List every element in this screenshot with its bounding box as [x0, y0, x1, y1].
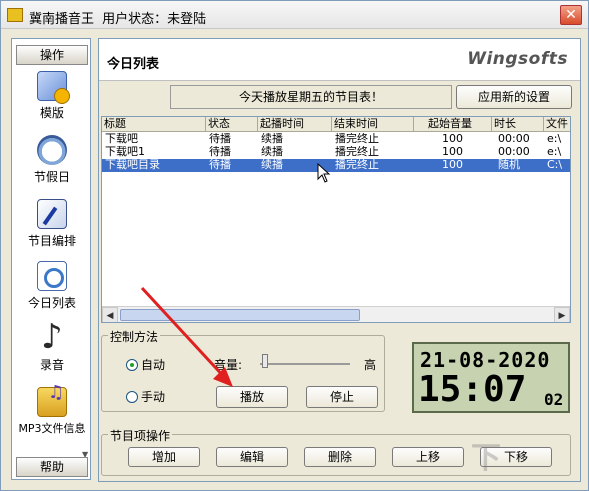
cell-file: e:\: [547, 133, 562, 145]
horizontal-scrollbar[interactable]: ◀ ▶: [102, 306, 570, 322]
cell-status: 待播: [209, 146, 231, 158]
cell-start: 续播: [261, 133, 283, 145]
stop-button[interactable]: 停止: [306, 386, 378, 408]
cell-volume: 100: [442, 133, 463, 145]
cell-duration: 00:00: [498, 146, 530, 158]
cell-volume: 100: [442, 146, 463, 158]
cell-title: 下载吧1: [105, 146, 145, 158]
app-icon: [7, 8, 23, 22]
sidebar-item-mp3-info[interactable]: MP3文件信息: [12, 382, 92, 436]
sidebar-item-program-edit[interactable]: 节目编排: [12, 199, 92, 249]
edit-button[interactable]: 编辑: [216, 447, 288, 467]
auto-radio-label: 自动: [141, 358, 166, 372]
cell-file: C:\: [547, 159, 563, 171]
cell-start: 续播: [261, 146, 283, 158]
template-icon: [37, 71, 70, 104]
cell-duration: 随机: [498, 159, 520, 171]
program-edit-icon: [37, 199, 67, 229]
delete-button[interactable]: 删除: [304, 447, 376, 467]
cell-duration: 00:00: [498, 133, 530, 145]
sidebar-item-label: 节目编排: [27, 234, 76, 248]
app-window: 冀南播音王 用户状态：未登陆 ✕ 操作 模版 节假日 节目编排 今日列表 录音: [0, 0, 589, 491]
record-music-icon: [37, 317, 67, 357]
column-start-time[interactable]: 起播时间: [258, 117, 332, 132]
app-name: 冀南播音王: [29, 12, 95, 27]
table-row[interactable]: 下载吧1 待播 续播 播完终止 100 00:00 e:\: [102, 146, 570, 159]
sidebar-footer-help[interactable]: 帮助: [16, 457, 88, 477]
manual-radio-label: 手动: [141, 390, 166, 404]
radio-unchecked-icon: [126, 391, 138, 403]
sidebar-item-label: 模版: [39, 106, 64, 120]
table-row[interactable]: 下载吧 待播 续播 播完终止 100 00:00 e:\: [102, 133, 570, 146]
cell-status: 待播: [209, 159, 231, 171]
add-button[interactable]: 增加: [128, 447, 200, 467]
column-file[interactable]: 文件: [544, 117, 570, 132]
lcd-clock: 21-08-2020 15:07 02: [412, 342, 570, 413]
today-list-icon: [37, 261, 67, 291]
column-start-volume[interactable]: 起始音量: [414, 117, 492, 132]
cell-end: 播完终止: [335, 133, 379, 145]
brand-logo: Wingsofts: [467, 49, 568, 69]
scroll-left-icon[interactable]: ◀: [102, 307, 118, 322]
move-up-button[interactable]: 上移: [392, 447, 464, 467]
volume-label: 音量:: [214, 358, 243, 372]
scroll-thumb[interactable]: [120, 309, 360, 321]
column-title[interactable]: 标题: [102, 117, 206, 132]
sidebar-item-label: 今日列表: [27, 296, 76, 310]
auto-radio[interactable]: 自动: [126, 356, 165, 373]
clock-time: 15:07: [418, 369, 527, 410]
table-row-selected[interactable]: 下载吧目录 待播 续播 播完终止 100 随机 C:\: [102, 159, 570, 172]
cell-end: 播完终止: [335, 146, 379, 158]
mp3-folder-icon: [37, 382, 67, 417]
cell-end: 播完终止: [335, 159, 379, 171]
sidebar-item-template[interactable]: 模版: [12, 71, 92, 121]
play-button[interactable]: 播放: [216, 386, 288, 408]
cell-file: e:\: [547, 146, 562, 158]
sidebar: 操作 模版 节假日 节目编排 今日列表 录音 MP3文件信息 ▼ 帮助: [11, 38, 91, 480]
cell-status: 待播: [209, 133, 231, 145]
cell-volume: 100: [442, 159, 463, 171]
program-ops-label: 节目项操作: [108, 427, 173, 444]
sidebar-item-record[interactable]: 录音: [12, 317, 92, 373]
main-panel: 今日列表 Wingsofts 今天播放星期五的节目表！ 应用新的设置 标题 状态…: [98, 38, 581, 482]
column-duration[interactable]: 时长: [492, 117, 544, 132]
column-status[interactable]: 状态: [206, 117, 258, 132]
sidebar-item-label: 录音: [39, 358, 64, 372]
clock-seconds: 02: [544, 390, 564, 409]
volume-high-label: 高: [364, 358, 377, 372]
list-header: 标题 状态 起播时间 结束时间 起始音量 时长 文件: [102, 117, 570, 132]
page-title: 今日列表: [107, 57, 160, 72]
mouse-cursor-icon: [317, 163, 331, 183]
chevron-down-icon[interactable]: ▼: [82, 450, 90, 459]
cell-title: 下载吧: [105, 133, 138, 145]
cell-title: 下载吧目录: [105, 159, 160, 171]
volume-slider-thumb[interactable]: [262, 354, 268, 368]
sidebar-header-operations[interactable]: 操作: [16, 45, 88, 65]
program-list[interactable]: 标题 状态 起播时间 结束时间 起始音量 时长 文件 下载吧 待播 续播 播完终…: [101, 116, 571, 323]
radio-checked-icon: [126, 359, 138, 371]
panel-header: 今日列表 Wingsofts: [99, 39, 580, 81]
volume-slider[interactable]: [260, 363, 350, 365]
control-method-group: 控制方法 自动 手动 音量: 高 播放 停止: [101, 328, 385, 412]
sidebar-item-label: 节假日: [33, 170, 70, 184]
schedule-notice: 今天播放星期五的节目表！: [170, 85, 452, 109]
watermark-logo: 下: [471, 441, 501, 476]
apply-settings-button[interactable]: 应用新的设置: [456, 85, 572, 109]
scroll-right-icon[interactable]: ▶: [554, 307, 570, 322]
control-method-label: 控制方法: [108, 328, 161, 345]
column-end-time[interactable]: 结束时间: [332, 117, 414, 132]
close-button[interactable]: ✕: [560, 5, 582, 25]
window-title: 冀南播音王 用户状态：未登陆: [29, 8, 210, 27]
user-status: 用户状态：未登陆: [102, 12, 207, 27]
title-bar[interactable]: 冀南播音王 用户状态：未登陆 ✕: [1, 1, 588, 29]
holiday-clock-icon: [37, 135, 67, 165]
manual-radio[interactable]: 手动: [126, 388, 165, 405]
sidebar-item-label: MP3文件信息: [18, 422, 86, 435]
sidebar-item-holiday[interactable]: 节假日: [12, 135, 92, 185]
sidebar-item-today-list[interactable]: 今日列表: [12, 261, 92, 311]
